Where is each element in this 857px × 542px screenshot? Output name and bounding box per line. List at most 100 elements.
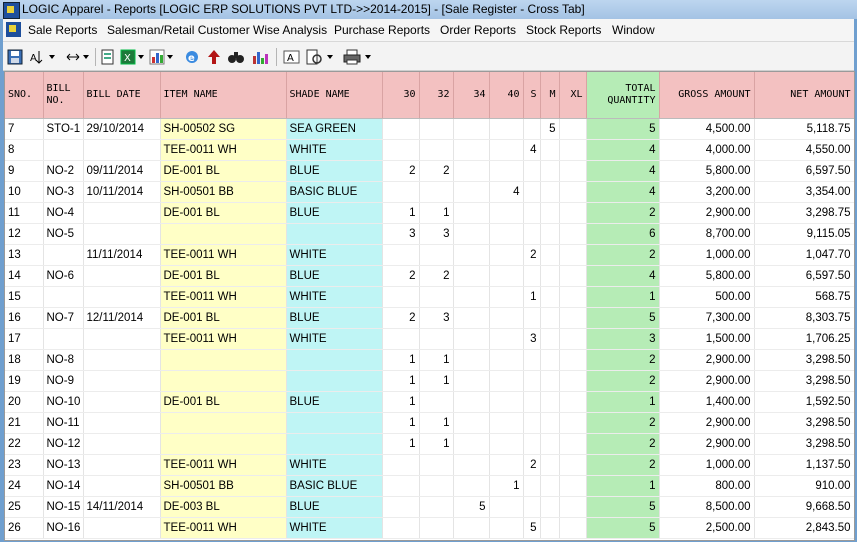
cell-size-40[interactable]	[489, 265, 524, 287]
cell-size-34[interactable]	[453, 223, 490, 245]
cell-size-xl[interactable]	[559, 496, 587, 518]
cell-size-m[interactable]	[540, 454, 560, 476]
cell-item-name[interactable]: TEE-0011 WH	[160, 454, 287, 476]
column-header-total-quantity[interactable]: TOTAL QUANTITY	[586, 72, 660, 119]
cell-shade-name[interactable]: BLUE	[286, 496, 383, 518]
cell-size-s[interactable]	[523, 349, 541, 371]
cell-net-amount[interactable]: 5,118.75	[754, 118, 854, 140]
cell-size-xl[interactable]	[559, 454, 587, 476]
cell-sno[interactable]: 9	[5, 160, 44, 182]
cell-size-m[interactable]	[540, 160, 560, 182]
cell-sno[interactable]: 7	[5, 118, 44, 140]
cell-bill-no[interactable]: NO-10	[43, 391, 84, 413]
cell-bill-no[interactable]: NO-3	[43, 181, 84, 203]
cell-size-m[interactable]	[540, 307, 560, 329]
cell-bill-date[interactable]	[83, 475, 161, 497]
cell-size-40[interactable]	[489, 349, 524, 371]
cell-net-amount[interactable]: 6,597.50	[754, 160, 854, 182]
table-row[interactable]: 22 NO-12 1 1 2 2,900.00 3,298.50	[5, 433, 854, 455]
cell-item-name[interactable]: DE-001 BL	[160, 391, 287, 413]
cell-size-40[interactable]	[489, 160, 524, 182]
cell-gross-amount[interactable]: 1,000.00	[659, 244, 755, 266]
cell-net-amount[interactable]: 3,298.50	[754, 433, 854, 455]
cell-size-30[interactable]	[382, 244, 420, 266]
cell-shade-name[interactable]: BLUE	[286, 160, 383, 182]
cell-size-30[interactable]: 3	[382, 223, 420, 245]
cell-bill-no[interactable]	[43, 139, 84, 161]
table-row[interactable]: 20 NO-10 DE-001 BL BLUE 1 1 1,400.00 1,592.50	[5, 391, 854, 413]
cell-bill-no[interactable]: NO-14	[43, 475, 84, 497]
cell-item-name[interactable]: SH-00502 SG	[160, 118, 287, 140]
cell-net-amount[interactable]: 9,115.05	[754, 223, 854, 245]
cell-item-name[interactable]: TEE-0011 WH	[160, 517, 287, 539]
cell-size-m[interactable]	[540, 433, 560, 455]
cell-total-quantity[interactable]: 4	[586, 181, 660, 203]
cell-net-amount[interactable]: 3,298.50	[754, 412, 854, 434]
cell-bill-no[interactable]: STO-1	[43, 118, 84, 140]
cell-bill-date[interactable]	[83, 370, 161, 392]
cell-total-quantity[interactable]: 5	[586, 496, 660, 518]
cell-bill-no[interactable]: NO-9	[43, 370, 84, 392]
cell-size-40[interactable]	[489, 433, 524, 455]
cell-size-30[interactable]	[382, 475, 420, 497]
cell-size-xl[interactable]	[559, 223, 587, 245]
table-row[interactable]: 16 NO-7 12/11/2014 DE-001 BL BLUE 2 3 5 7,300.00…	[5, 307, 854, 329]
cell-total-quantity[interactable]: 2	[586, 412, 660, 434]
cell-size-40[interactable]	[489, 202, 524, 224]
cell-size-34[interactable]	[453, 202, 490, 224]
column-header-size-34[interactable]: 34	[453, 72, 490, 119]
cell-bill-date[interactable]	[83, 454, 161, 476]
cell-size-30[interactable]	[382, 181, 420, 203]
cell-total-quantity[interactable]: 3	[586, 328, 660, 350]
cell-sno[interactable]: 22	[5, 433, 44, 455]
cell-size-34[interactable]	[453, 160, 490, 182]
cell-size-xl[interactable]	[559, 202, 587, 224]
cell-gross-amount[interactable]: 1,400.00	[659, 391, 755, 413]
cell-sno[interactable]: 21	[5, 412, 44, 434]
cell-bill-date[interactable]	[83, 139, 161, 161]
table-row[interactable]: 17 TEE-0011 WH WHITE 3 3 1,500.00 1,706.25	[5, 328, 854, 350]
cell-bill-date[interactable]: 12/11/2014	[83, 307, 161, 329]
menu-salesman-analysis[interactable]: Salesman/Retail Customer Wise Analysis	[107, 23, 327, 37]
cell-gross-amount[interactable]: 800.00	[659, 475, 755, 497]
cell-net-amount[interactable]: 8,303.75	[754, 307, 854, 329]
cell-shade-name[interactable]: WHITE	[286, 328, 383, 350]
table-row[interactable]: 8 TEE-0011 WH WHITE 4 4 4,000.00 4,550.00	[5, 139, 854, 161]
cell-bill-date[interactable]	[83, 286, 161, 308]
cell-item-name[interactable]: TEE-0011 WH	[160, 286, 287, 308]
excel-icon[interactable]: X	[120, 49, 146, 65]
cell-shade-name[interactable]: SEA GREEN	[286, 118, 383, 140]
column-header-net-amount[interactable]: NET AMOUNT	[754, 72, 854, 119]
cell-size-34[interactable]	[453, 307, 490, 329]
cell-bill-date[interactable]	[83, 223, 161, 245]
table-row[interactable]: 23 NO-13 TEE-0011 WH WHITE 2 2 1,000.00 1,137.5…	[5, 454, 854, 476]
cell-size-34[interactable]	[453, 265, 490, 287]
column-header-size-40[interactable]: 40	[489, 72, 524, 119]
cell-total-quantity[interactable]: 2	[586, 244, 660, 266]
column-header-bill-no[interactable]: BILL NO.	[43, 72, 84, 119]
menu-window[interactable]: Window	[612, 23, 655, 37]
cell-size-30[interactable]: 2	[382, 307, 420, 329]
cell-net-amount[interactable]: 9,668.50	[754, 496, 854, 518]
cell-item-name[interactable]: DE-001 BL	[160, 265, 287, 287]
cell-size-32[interactable]	[419, 517, 454, 539]
cell-sno[interactable]: 11	[5, 202, 44, 224]
cell-size-30[interactable]	[382, 118, 420, 140]
cell-bill-date[interactable]	[83, 412, 161, 434]
cell-size-30[interactable]: 1	[382, 391, 420, 413]
cell-size-s[interactable]: 3	[523, 328, 541, 350]
cell-size-40[interactable]	[489, 412, 524, 434]
cell-gross-amount[interactable]: 5,800.00	[659, 265, 755, 287]
cell-size-s[interactable]: 4	[523, 139, 541, 161]
cell-size-s[interactable]: 2	[523, 244, 541, 266]
cell-total-quantity[interactable]: 6	[586, 223, 660, 245]
cell-size-34[interactable]	[453, 139, 490, 161]
cell-size-40[interactable]	[489, 391, 524, 413]
cell-item-name[interactable]: DE-003 BL	[160, 496, 287, 518]
chart-icon[interactable]	[149, 49, 175, 65]
cell-gross-amount[interactable]: 500.00	[659, 286, 755, 308]
cell-shade-name[interactable]: BLUE	[286, 265, 383, 287]
cell-total-quantity[interactable]: 4	[586, 160, 660, 182]
cell-sno[interactable]: 18	[5, 349, 44, 371]
cell-size-s[interactable]: 1	[523, 286, 541, 308]
